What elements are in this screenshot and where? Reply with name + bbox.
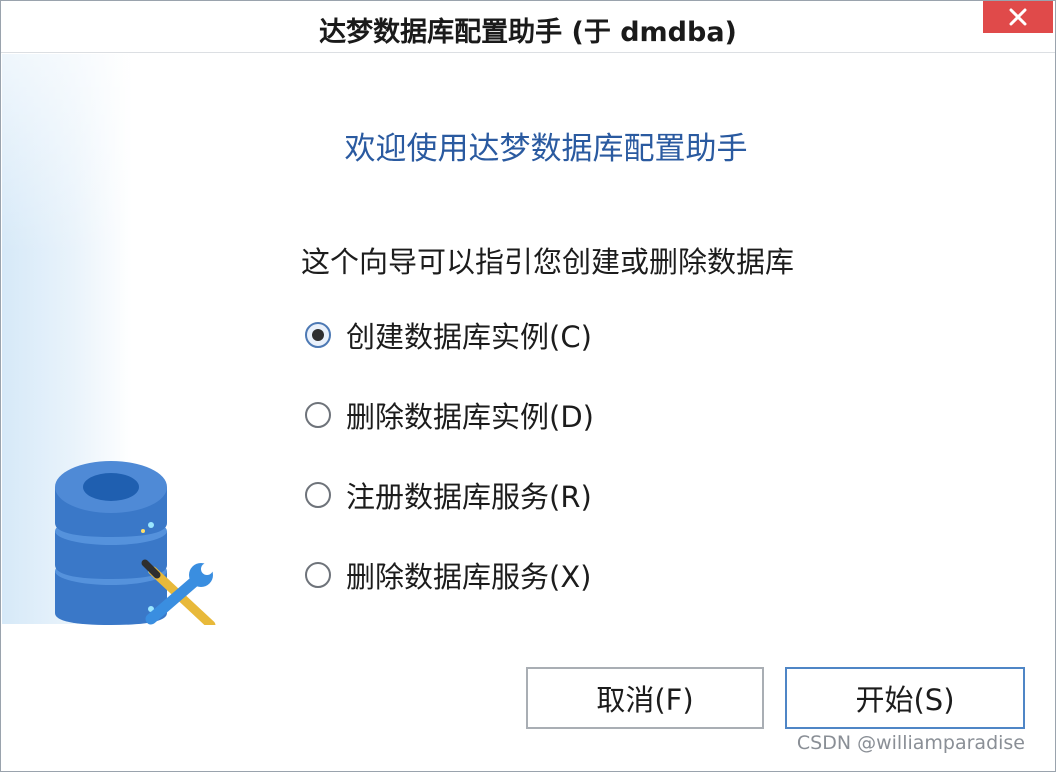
radio-create-instance[interactable] (305, 322, 331, 348)
title-bar[interactable]: 达梦数据库配置助手 (于 dmdba) (1, 1, 1055, 53)
radio-register-service[interactable] (305, 482, 331, 508)
option-register-service[interactable]: 注册数据库服务(R) (305, 475, 592, 515)
option-label: 注册数据库服务(R) (346, 480, 592, 514)
database-tools-icon (55, 461, 216, 625)
watermark: CSDN @williamparadise (796, 732, 1025, 754)
option-delete-service[interactable]: 删除数据库服务(X) (305, 555, 592, 595)
option-label: 创建数据库实例(C) (346, 320, 592, 354)
window-title: 达梦数据库配置助手 (于 dmdba) (319, 17, 737, 48)
option-delete-instance[interactable]: 删除数据库实例(D) (305, 395, 594, 435)
close-button[interactable] (983, 1, 1053, 33)
guide-text: 这个向导可以指引您创建或删除数据库 (301, 245, 795, 279)
close-icon (1009, 8, 1027, 26)
option-label: 删除数据库实例(D) (346, 400, 594, 434)
radio-selected-dot (312, 329, 324, 341)
start-button[interactable]: 开始(S) (785, 667, 1025, 729)
welcome-heading: 欢迎使用达梦数据库配置助手 (344, 131, 748, 167)
option-create-instance[interactable]: 创建数据库实例(C) (305, 315, 592, 355)
radio-delete-instance[interactable] (305, 402, 331, 428)
cancel-button[interactable]: 取消(F) (526, 667, 764, 729)
radio-delete-service[interactable] (305, 562, 331, 588)
option-label: 删除数据库服务(X) (346, 560, 592, 594)
config-assistant-window: 达梦数据库配置助手 (于 dmdba) 欢迎使用达梦数据库配置助手 这个向导可以… (0, 0, 1056, 772)
